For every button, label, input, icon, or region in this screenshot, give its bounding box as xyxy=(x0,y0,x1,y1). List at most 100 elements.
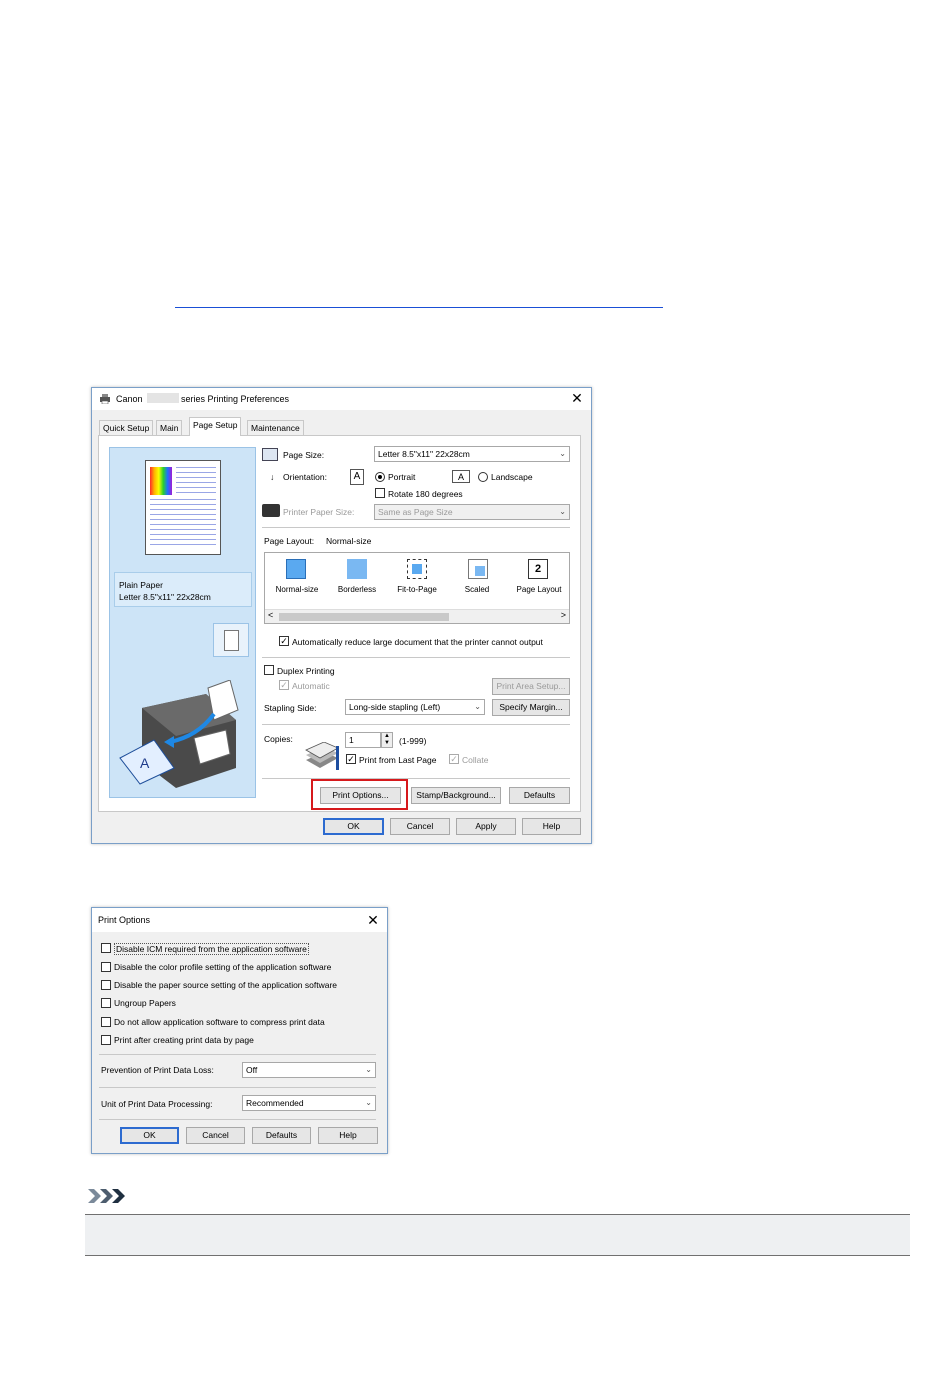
page-size-icon xyxy=(262,448,278,461)
copies-spin-button[interactable]: ▲ ▼ xyxy=(381,732,393,748)
apply-button[interactable]: Apply xyxy=(456,818,516,835)
divider xyxy=(99,1087,376,1088)
preview-panel: Plain Paper Letter 8.5"x11" 22x28cm A xyxy=(109,447,256,798)
fit-to-page-icon[interactable] xyxy=(407,559,427,579)
orientation-arrow-icon: ↓ xyxy=(270,472,275,482)
stamp-background-button[interactable]: Stamp/Background... xyxy=(411,787,501,804)
rotate-180-checkbox[interactable] xyxy=(375,488,385,498)
layout-option-label: Page Layout xyxy=(516,585,562,594)
automatic-checkbox[interactable]: ✓ xyxy=(279,680,289,690)
printer-paper-icon xyxy=(262,504,280,517)
fit-inner xyxy=(412,564,422,574)
landscape-radio[interactable] xyxy=(478,472,488,482)
page-preview xyxy=(145,460,221,555)
help-button[interactable]: Help xyxy=(318,1127,378,1144)
chevron-down-icon: ⌄ xyxy=(559,507,566,516)
divider xyxy=(262,527,570,528)
ungroup-papers-checkbox[interactable] xyxy=(101,998,111,1008)
close-icon[interactable]: ✕ xyxy=(365,912,381,928)
print-after-creating-checkbox[interactable] xyxy=(101,1035,111,1045)
layout-option-label: Scaled xyxy=(464,585,490,594)
portrait-radio[interactable] xyxy=(375,472,385,482)
no-compress-checkbox[interactable] xyxy=(101,1017,111,1027)
window-title-suffix: series Printing Preferences xyxy=(181,394,290,404)
disable-icm-checkbox[interactable] xyxy=(101,943,111,953)
text-lines xyxy=(150,499,216,549)
tab-maintenance[interactable]: Maintenance xyxy=(247,420,304,435)
tab-main[interactable]: Main xyxy=(156,420,183,435)
copies-stack-icon xyxy=(304,741,340,772)
prevention-select[interactable]: Off ⌄ xyxy=(242,1062,376,1078)
auto-reduce-checkbox[interactable]: ✓ xyxy=(279,636,289,646)
stapling-side-select[interactable]: Long-side stapling (Left) ⌄ xyxy=(345,699,485,715)
print-area-setup-button[interactable]: Print Area Setup... xyxy=(492,678,570,695)
page-size-label: Page Size: xyxy=(283,450,325,460)
cancel-button[interactable]: Cancel xyxy=(390,818,450,835)
layout-option-label: Normal-size xyxy=(275,585,319,594)
disable-paper-source-checkbox[interactable] xyxy=(101,980,111,990)
prevention-value: Off xyxy=(246,1065,258,1075)
tab-page-setup[interactable]: Page Setup xyxy=(189,417,242,436)
divider xyxy=(262,657,570,658)
page-size-select[interactable]: Letter 8.5"x11" 22x28cm ⌄ xyxy=(374,446,570,462)
divider xyxy=(99,1119,376,1120)
redacted-model-name xyxy=(147,393,179,403)
copies-input[interactable]: 1 xyxy=(345,732,381,748)
paper-source-icon[interactable] xyxy=(213,623,249,657)
layout-option-label: Fit-to-Page xyxy=(397,585,437,594)
collate-label: Collate xyxy=(462,755,489,765)
ok-button[interactable]: OK xyxy=(120,1127,179,1144)
tab-quick-setup[interactable]: Quick Setup xyxy=(99,420,154,435)
divider xyxy=(99,1054,376,1055)
page-layout-icon[interactable]: 2 xyxy=(528,559,548,579)
chevron-down-icon: ⌄ xyxy=(365,1065,372,1074)
scroll-thumb[interactable] xyxy=(279,613,449,621)
layout-scrollbar[interactable]: < > xyxy=(265,609,569,623)
ungroup-papers-label: Ungroup Papers xyxy=(114,998,176,1008)
color-bars-icon xyxy=(150,467,172,495)
printer-paper-size-value: Same as Page Size xyxy=(378,507,453,517)
no-compress-label: Do not allow application software to com… xyxy=(114,1017,325,1027)
disable-color-profile-checkbox[interactable] xyxy=(101,962,111,972)
scroll-left-icon[interactable]: < xyxy=(268,610,273,620)
text-lines-top xyxy=(176,467,216,495)
divider xyxy=(262,724,570,725)
chevron-down-icon: ⌄ xyxy=(559,449,566,458)
cancel-button[interactable]: Cancel xyxy=(186,1127,245,1144)
defaults-button[interactable]: Defaults xyxy=(252,1127,311,1144)
page-size-value: Letter 8.5"x11" 22x28cm xyxy=(378,449,470,459)
ok-button[interactable]: OK xyxy=(323,818,384,835)
page-layout-list[interactable]: Normal-size Borderless Fit-to-Page Scale… xyxy=(264,552,570,624)
defaults-button[interactable]: Defaults xyxy=(509,787,570,804)
page-layout-label: Page Layout: xyxy=(264,536,315,546)
collate-checkbox[interactable]: ✓ xyxy=(449,754,459,764)
printer-paper-size-select[interactable]: Same as Page Size ⌄ xyxy=(374,504,570,520)
media-type-text: Plain Paper xyxy=(119,580,163,590)
landscape-label: Landscape xyxy=(491,472,533,482)
normal-size-icon[interactable] xyxy=(286,559,306,579)
paper-sheet-icon xyxy=(224,630,239,651)
printer-icon xyxy=(99,394,111,405)
landscape-icon: A xyxy=(452,470,470,483)
print-options-button[interactable]: Print Options... xyxy=(320,787,401,804)
help-button[interactable]: Help xyxy=(522,818,581,835)
duplex-label: Duplex Printing xyxy=(277,666,335,676)
auto-reduce-label: Automatically reduce large document that… xyxy=(292,637,543,647)
chevron-down-icon: ⌄ xyxy=(365,1098,372,1107)
print-from-last-page-checkbox[interactable]: ✓ xyxy=(346,754,356,764)
scroll-right-icon[interactable]: > xyxy=(561,610,566,620)
link-underline[interactable] xyxy=(175,307,663,308)
close-icon[interactable]: ✕ xyxy=(569,390,585,406)
disable-paper-source-label: Disable the paper source setting of the … xyxy=(114,980,338,990)
page-layout-value: Normal-size xyxy=(326,536,372,546)
print-from-last-page-label: Print from Last Page xyxy=(359,755,437,765)
orientation-label: Orientation: xyxy=(283,472,327,482)
divider xyxy=(262,778,570,779)
unit-select[interactable]: Recommended ⌄ xyxy=(242,1095,376,1111)
duplex-checkbox[interactable] xyxy=(264,665,274,675)
borderless-icon[interactable] xyxy=(347,559,367,579)
chevron-down-icon: ⌄ xyxy=(474,702,481,711)
scaled-icon[interactable] xyxy=(468,559,488,579)
portrait-icon: A xyxy=(350,469,364,485)
specify-margin-button[interactable]: Specify Margin... xyxy=(492,699,570,716)
